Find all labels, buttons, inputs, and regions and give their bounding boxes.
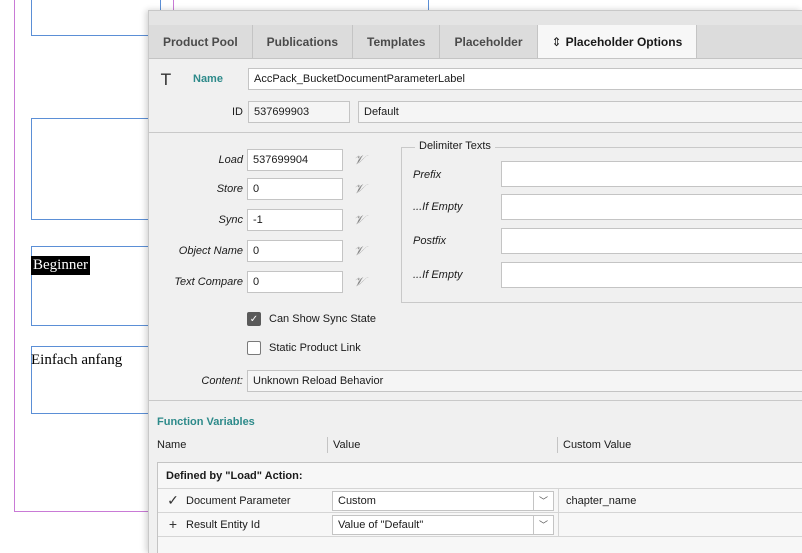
col-name[interactable]: Name (153, 435, 186, 455)
name-label: Name (193, 73, 223, 85)
tab-product-pool[interactable]: Product Pool (149, 25, 253, 58)
sync-label: Sync (218, 214, 243, 226)
id-field: 537699903 (248, 101, 350, 123)
text-frame[interactable] (31, 118, 161, 220)
divider (149, 132, 802, 133)
static-product-link-label[interactable]: Static Product Link (269, 342, 361, 354)
if-empty-postfix-label: ...If Empty (413, 269, 463, 281)
selected-text[interactable]: Beginner (31, 256, 90, 275)
id-default-field: Default (358, 101, 802, 123)
col-value[interactable]: Value (329, 435, 360, 455)
content-field: Unknown Reload Behavior (247, 370, 802, 392)
object-name-label: Object Name (178, 245, 243, 257)
variable-name: Result Entity Id (186, 519, 260, 531)
action-link-icon[interactable]: 𝒱 (351, 244, 367, 259)
value-select[interactable]: Custom ﹀ (332, 491, 554, 511)
sort-icon: ⇕ (551, 35, 562, 49)
store-label: Store (216, 183, 243, 195)
text-frame[interactable] (31, 0, 161, 36)
value-select[interactable]: Value of "Default" ﹀ (332, 515, 554, 535)
plus-icon: + (168, 516, 178, 532)
delimiter-texts-title: Delimiter Texts (415, 140, 495, 152)
can-show-sync-state-label[interactable]: Can Show Sync State (269, 313, 376, 325)
document-text[interactable]: Einfach anfang (31, 352, 122, 369)
name-field[interactable]: AccPack_BucketDocumentParameterLabel (248, 68, 802, 90)
action-link-icon[interactable]: 𝒱 (351, 275, 367, 290)
load-field[interactable]: 537699904 (247, 149, 343, 171)
col-custom-value[interactable]: Custom Value (559, 435, 631, 455)
store-field[interactable]: 0 (247, 178, 343, 200)
variable-name: Document Parameter (186, 495, 291, 507)
action-link-icon[interactable]: 𝒱 (351, 153, 367, 168)
object-name-field[interactable]: 0 (247, 240, 343, 262)
custom-value-cell[interactable]: chapter_name (560, 489, 636, 513)
action-link-icon[interactable]: 𝒱 (351, 182, 367, 197)
load-label: Load (218, 154, 243, 166)
value-select-text: Custom (338, 495, 376, 507)
divider (149, 400, 802, 401)
text-compare-label: Text Compare (174, 276, 243, 288)
chevron-down-icon[interactable]: ﹀ (533, 492, 553, 510)
chevron-down-icon[interactable]: ﹀ (533, 516, 553, 534)
function-variables-header: Name Value Custom Value (149, 435, 802, 455)
if-empty-prefix-field[interactable] (501, 194, 802, 220)
function-variables-table: Defined by "Load" Action: ✓ Document Par… (157, 462, 802, 553)
table-row[interactable]: + Result Entity Id Value of "Default" ﹀ (158, 513, 802, 537)
col-divider[interactable] (327, 437, 328, 453)
col-divider[interactable] (557, 437, 558, 453)
tab-templates[interactable]: Templates (353, 25, 441, 58)
group-row-load: Defined by "Load" Action: (158, 463, 802, 489)
tab-label: Placeholder Options (565, 35, 683, 49)
placeholder-options-panel: Product Pool Publications Templates Plac… (148, 10, 802, 553)
postfix-field[interactable] (501, 228, 802, 254)
text-frame-icon: T (161, 69, 171, 89)
if-empty-postfix-field[interactable] (501, 262, 802, 288)
panel-title-bar[interactable] (149, 11, 802, 25)
value-select-text: Value of "Default" (338, 519, 424, 531)
action-link-icon[interactable]: 𝒱 (351, 213, 367, 228)
function-variables-title: Function Variables (157, 416, 255, 428)
text-compare-field[interactable]: 0 (247, 271, 343, 293)
content-label: Content: (201, 375, 243, 387)
sync-field[interactable]: -1 (247, 209, 343, 231)
postfix-label: Postfix (413, 235, 447, 247)
id-label: ID (232, 106, 243, 118)
frame-edge (428, 0, 429, 10)
tab-placeholder[interactable]: Placeholder (440, 25, 538, 58)
panel-tabs: Product Pool Publications Templates Plac… (149, 25, 802, 59)
table-row[interactable]: ✓ Document Parameter Custom ﹀ chapter_na… (158, 489, 802, 513)
cell-divider (558, 513, 559, 537)
prefix-label: Prefix (413, 169, 442, 181)
static-product-link-checkbox[interactable] (247, 341, 261, 355)
tab-publications[interactable]: Publications (253, 25, 354, 58)
tab-placeholder-options[interactable]: ⇕ Placeholder Options (537, 25, 698, 58)
can-show-sync-state-checkbox[interactable]: ✓ (247, 312, 261, 326)
prefix-field[interactable] (501, 161, 802, 187)
cell-divider (558, 489, 559, 513)
checkmark-icon: ✓ (167, 492, 179, 508)
if-empty-prefix-label: ...If Empty (413, 201, 463, 213)
